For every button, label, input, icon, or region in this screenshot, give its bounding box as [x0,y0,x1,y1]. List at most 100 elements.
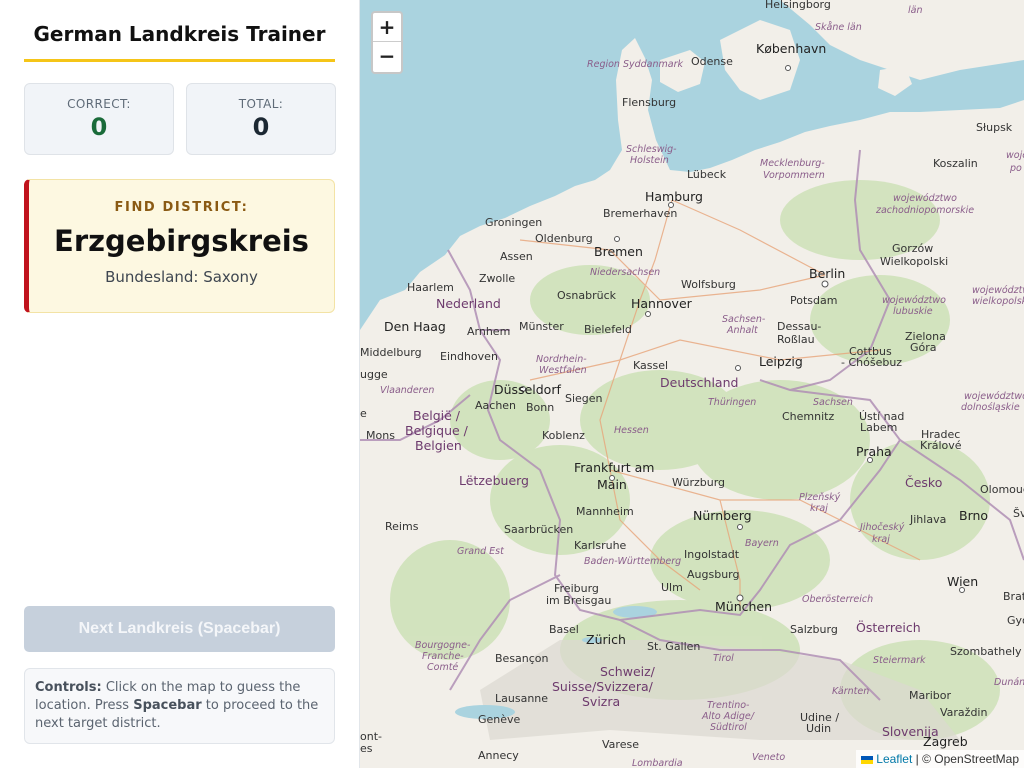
label-jihocesky2: kraj [872,534,890,545]
find-district-label: FIND DISTRICT: [114,200,249,215]
label-bayern: Bayern [745,538,779,549]
label-mons: Mons [366,429,395,442]
label-potsdam: Potsdam [790,294,837,307]
label-po-r: po [1009,163,1022,174]
label-koblenz: Koblenz [542,429,585,442]
label-skane: Skåne län [815,22,862,33]
label-nrw2: Westfalen [539,365,587,376]
label-geneve: Genève [478,713,521,726]
label-arnhem: Arnhem [467,325,510,338]
label-woj-dol1: województwo [964,391,1024,402]
label-belgie1: België / [413,408,461,423]
label-bratislava: Brat [1003,590,1024,603]
label-frankfurt1: Frankfurt am [574,460,654,475]
label-lombardia: Lombardia [632,758,683,768]
label-holstein: Holstein [630,155,669,166]
label-cesko: Česko [905,475,942,490]
label-lan: län [908,5,922,16]
label-woj-wlkp2: wielkopolskie [972,296,1024,307]
map-attribution: Leaflet | © OpenStreetMap [856,750,1024,768]
label-wien: Wien [947,574,978,589]
label-wielkopolski: Wielkopolski [880,255,948,268]
label-eindhoven: Eindhoven [440,350,498,363]
label-trentino3: Südtirol [710,722,747,733]
label-trentino2: Alto Adige/ [701,711,756,722]
label-belgie2: Belgique / [405,423,469,438]
label-jihocesky1: Jihočeský [858,522,905,533]
label-aachen: Aachen [475,399,516,412]
label-brugge: ugge [360,368,388,381]
label-assen: Assen [500,250,533,263]
total-label: TOTAL: [238,97,284,111]
label-freiburg2: im Breisgau [546,594,611,607]
label-niedersachsen: Niedersachsen [590,267,660,278]
ukraine-flag-icon [861,755,874,764]
label-bw: Baden-Württemberg [584,556,681,567]
total-stat-card: TOTAL: 0 [186,83,336,155]
label-maribor: Maribor [909,689,952,702]
target-bundesland: Bundesland: Saxony [105,268,258,286]
attribution-osm: © OpenStreetMap [922,752,1019,766]
label-munster: Münster [519,320,564,333]
label-mannheim: Mannheim [576,505,634,518]
label-flensburg: Flensburg [622,96,676,109]
label-praha: Praha [856,444,892,459]
label-brno: Brno [959,508,988,523]
label-ulm: Ulm [661,581,683,594]
label-dusseldorf: Düsseldorf [494,382,561,397]
label-bremen: Bremen [594,244,643,259]
label-bourgogne2: Franche- [422,651,464,662]
sidebar: German Landkreis Trainer CORRECT: 0 TOTA… [0,0,360,768]
label-veneto: Veneto [752,752,785,763]
label-deutschland: Deutschland [660,375,738,390]
map-tiles[interactable]: Helsingborg Skåne län län København Regi… [360,0,1024,768]
label-karnten: Kärnten [832,686,869,697]
label-hessen: Hessen [614,425,649,436]
label-bremerhaven: Bremerhaven [603,207,677,220]
label-lubeck: Lübeck [687,168,727,181]
label-letzebuerg: Lëtzebuerg [459,473,529,488]
label-osterreich: Österreich [856,619,921,635]
label-gorzow: Gorzów [892,242,933,255]
label-rosslau: Roßlau [777,333,815,346]
label-zwolle: Zwolle [479,272,515,285]
label-vlaanderen: Vlaanderen [380,385,434,396]
correct-stat-card: CORRECT: 0 [24,83,174,155]
label-woj-zach2: zachodniopomorskie [875,205,974,216]
leaflet-link[interactable]: Leaflet [876,752,912,766]
label-woj-r: woje [1006,150,1024,161]
label-zagreb: Zagreb [923,734,968,749]
label-syddanmark: Region Syddanmark [587,59,684,70]
label-belgie3: Belgien [415,438,462,453]
label-e-left: e [360,407,367,420]
label-oldenburg: Oldenburg [535,232,593,245]
label-stgallen: St. Gallen [647,640,700,653]
label-bourgogne1: Bourgogne- [415,640,471,651]
label-wolfsburg: Wolfsburg [681,278,736,291]
label-nurnberg: Nürnberg [693,508,752,523]
label-sachsenanhalt2: Anhalt [726,325,759,336]
zoom-control: + − [371,11,403,74]
label-kassel: Kassel [633,359,668,372]
label-salzburg: Salzburg [790,623,838,636]
controls-heading: Controls: [35,680,102,695]
label-nrw1: Nordrhein- [536,354,587,365]
zoom-out-button[interactable]: − [373,42,401,71]
label-augsburg: Augsburg [687,568,739,581]
label-leipzig: Leipzig [759,354,803,369]
label-bielefeld: Bielefeld [584,323,632,336]
label-bonn: Bonn [526,401,554,414]
label-vorpommern: Vorpommern [763,170,825,181]
next-landkreis-button[interactable]: Next Landkreis (Spacebar) [24,606,335,652]
zoom-in-button[interactable]: + [373,13,401,42]
label-saarbrucken: Saarbrücken [504,523,573,536]
label-helsingborg: Helsingborg [765,0,831,11]
map[interactable]: Helsingborg Skåne län län København Regi… [360,0,1024,768]
label-szombathely: Szombathely [950,645,1022,658]
label-usti2: Labem [860,421,897,434]
label-oberosterreich: Oberösterreich [802,594,873,605]
label-slupsk: Słupsk [976,121,1013,134]
label-haarlem: Haarlem [407,281,454,294]
label-woj-dol2: dolnośląskie [961,402,1020,413]
label-gora: Góra [910,341,937,354]
